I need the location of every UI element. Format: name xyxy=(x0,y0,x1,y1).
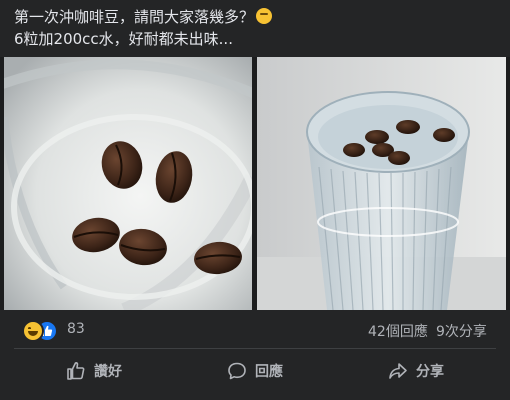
haha-reaction-icon xyxy=(22,320,44,342)
post-text-line-1-content: 第一次沖咖啡豆，請問大家落幾多？ xyxy=(14,8,255,26)
thinking-emoji-icon xyxy=(256,8,273,24)
reaction-icons[interactable] xyxy=(22,320,64,342)
share-arrow-icon xyxy=(389,363,407,379)
like-label: 讚好 xyxy=(94,364,122,380)
coffee-beans-cup-photo-icon xyxy=(4,57,252,310)
photo-right[interactable] xyxy=(257,57,506,310)
comment-count[interactable]: 42個回應 xyxy=(368,321,428,341)
share-button[interactable]: 分享 xyxy=(336,352,496,390)
post-text: 第一次沖咖啡豆，請問大家落幾多？ 6粒加200cc水，好耐都未出味... xyxy=(14,6,500,50)
share-count[interactable]: 9次分享 xyxy=(436,321,487,341)
post-actions: 讚好 回應 分享 xyxy=(14,352,496,390)
comment-label: 回應 xyxy=(255,364,283,380)
comment-button[interactable]: 回應 xyxy=(175,352,335,390)
share-label: 分享 xyxy=(416,364,444,380)
comment-icon xyxy=(228,362,246,380)
thumbs-up-icon xyxy=(67,362,85,380)
post-text-line-2: 6粒加200cc水，好耐都未出味... xyxy=(14,30,233,48)
coffee-glass-photo-icon xyxy=(257,57,506,310)
divider xyxy=(14,348,496,349)
photo-grid xyxy=(0,57,510,310)
like-button[interactable]: 讚好 xyxy=(14,352,174,390)
reaction-count[interactable]: 83 xyxy=(67,321,85,337)
post-text-line-1: 第一次沖咖啡豆，請問大家落幾多？ xyxy=(14,6,500,28)
photo-left[interactable] xyxy=(4,57,252,310)
